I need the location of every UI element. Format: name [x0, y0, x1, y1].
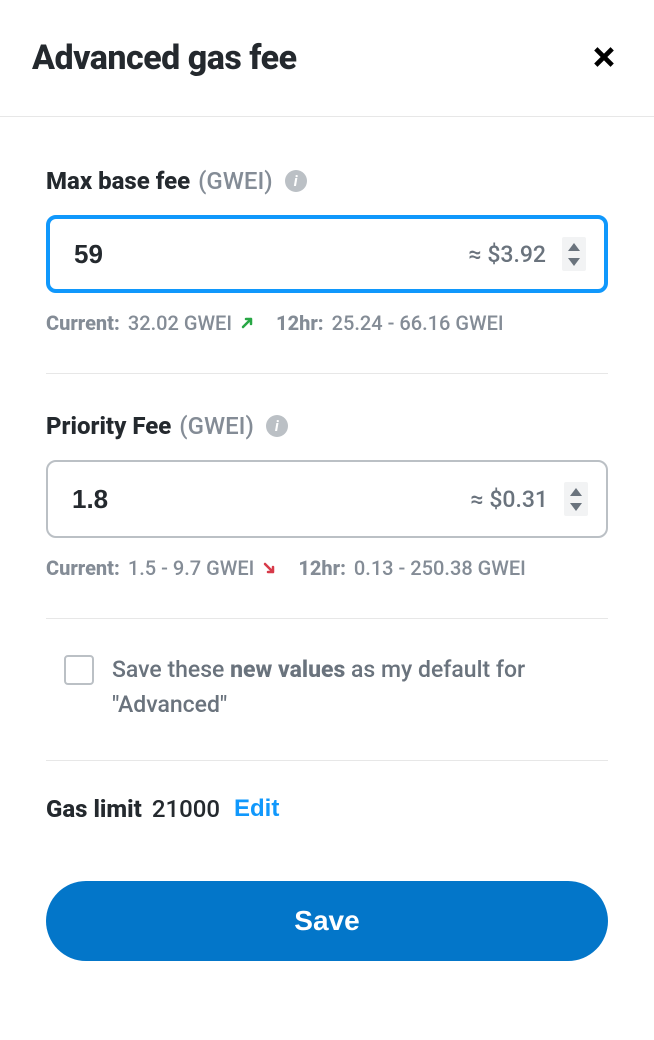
max-base-fee-unit: (GWEI): [198, 167, 273, 195]
current-value: 1.5 - 9.7 GWEI: [128, 556, 254, 580]
priority-fee-input-wrap: ≈ $0.31: [46, 460, 608, 538]
max-base-fee-section: Max base fee (GWEI) i ≈ $3.92 Cu: [46, 167, 608, 374]
stepper-up-button[interactable]: [570, 486, 582, 498]
max-base-fee-label-row: Max base fee (GWEI) i: [46, 167, 608, 195]
save-default-section: Save these new values as my default for …: [46, 643, 608, 761]
trend-up-icon: [240, 311, 254, 335]
gas-limit-label: Gas limit: [46, 795, 142, 823]
current-label: Current:: [46, 556, 120, 580]
range-label: 12hr:: [276, 311, 324, 335]
stepper-up-button[interactable]: [568, 241, 580, 253]
caret-up-icon: [570, 488, 582, 496]
gas-limit-row: Gas limit 21000 Edit: [46, 795, 608, 823]
priority-fee-section: Priority Fee (GWEI) i ≈ $0.31 Cu: [46, 412, 608, 619]
max-base-fee-fiat: ≈ $3.92: [468, 241, 546, 268]
caret-down-icon: [570, 503, 582, 511]
priority-fee-label-row: Priority Fee (GWEI) i: [46, 412, 608, 440]
priority-fee-stepper: [564, 482, 588, 516]
max-base-fee-label: Max base fee: [46, 167, 190, 195]
max-base-fee-stepper: [562, 237, 586, 271]
range-stat: 12hr: 0.13 - 250.38 GWEI: [298, 556, 526, 580]
current-stat: Current: 32.02 GWEI: [46, 311, 254, 335]
priority-fee-input[interactable]: [72, 484, 470, 515]
modal-header: Advanced gas fee: [0, 0, 654, 117]
save-default-checkbox[interactable]: [64, 655, 94, 685]
stepper-down-button[interactable]: [570, 501, 582, 513]
info-icon[interactable]: i: [285, 170, 307, 192]
trend-down-icon: [262, 556, 276, 580]
current-stat: Current: 1.5 - 9.7 GWEI: [46, 556, 276, 580]
gas-limit-edit-button[interactable]: Edit: [234, 795, 279, 823]
gas-limit-value: 21000: [152, 795, 220, 823]
range-label: 12hr:: [298, 556, 346, 580]
current-label: Current:: [46, 311, 120, 335]
modal-title: Advanced gas fee: [32, 38, 297, 78]
stepper-down-button[interactable]: [568, 256, 580, 268]
priority-fee-unit: (GWEI): [179, 412, 254, 440]
max-base-fee-input[interactable]: [74, 239, 468, 270]
save-button[interactable]: Save: [46, 881, 608, 961]
caret-up-icon: [568, 243, 580, 251]
caret-down-icon: [568, 258, 580, 266]
priority-fee-stats: Current: 1.5 - 9.7 GWEI 12hr: 0.13 - 250…: [46, 556, 608, 580]
close-button[interactable]: [586, 39, 622, 78]
range-value: 0.13 - 250.38 GWEI: [354, 556, 526, 580]
range-stat: 12hr: 25.24 - 66.16 GWEI: [276, 311, 504, 335]
modal-content: Max base fee (GWEI) i ≈ $3.92 Cu: [0, 117, 654, 991]
advanced-gas-fee-modal: Advanced gas fee Max base fee (GWEI) i ≈…: [0, 0, 654, 991]
info-icon[interactable]: i: [266, 415, 288, 437]
range-value: 25.24 - 66.16 GWEI: [332, 311, 504, 335]
priority-fee-label: Priority Fee: [46, 412, 171, 440]
priority-fee-fiat: ≈ $0.31: [470, 486, 548, 513]
current-value: 32.02 GWEI: [128, 311, 232, 335]
close-icon: [590, 59, 618, 74]
save-default-label: Save these new values as my default for …: [112, 653, 590, 722]
max-base-fee-input-wrap: ≈ $3.92: [46, 215, 608, 293]
max-base-fee-stats: Current: 32.02 GWEI 12hr: 25.24 - 66.16 …: [46, 311, 608, 335]
